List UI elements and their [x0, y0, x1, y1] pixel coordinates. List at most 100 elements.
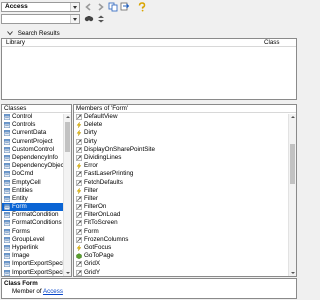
details-class-name: Form	[22, 280, 38, 287]
class-item[interactable]: GroupLevel	[2, 236, 71, 244]
classes-pane[interactable]: Classes Control Controls CurrentData Curren…	[1, 104, 72, 277]
member-item[interactable]: FilterOnLoad	[74, 211, 296, 219]
chevron-down-icon[interactable]	[70, 15, 79, 23]
property-icon	[76, 220, 82, 227]
class-item[interactable]: ImportExportSpecific	[2, 260, 71, 268]
class-item[interactable]: CurrentProject	[2, 138, 71, 146]
class-item[interactable]: FormatCondition	[2, 211, 71, 219]
members-list[interactable]: DefaultView Delete Dirty Dirty DisplayOnShar…	[74, 113, 296, 276]
class-item[interactable]: ImportExportSpecific	[2, 269, 71, 276]
member-item[interactable]: FilterOn	[74, 203, 296, 211]
member-item[interactable]: DisplayOnSharePointSite	[74, 146, 296, 154]
class-item[interactable]: DoCmd	[2, 170, 71, 178]
class-item-label: DependencyObjects	[12, 162, 69, 170]
search-results-header[interactable]: Search Results	[0, 30, 298, 38]
class-item[interactable]: FormatConditions	[2, 219, 71, 227]
class-icon	[4, 245, 10, 251]
class-item[interactable]: Forms	[2, 228, 71, 236]
class-item[interactable]: CustomControl	[2, 146, 71, 154]
collapse-section-icon[interactable]	[7, 30, 13, 36]
class-icon	[4, 253, 10, 260]
back-icon[interactable]	[84, 2, 94, 12]
property-icon	[76, 179, 82, 186]
column-header-class[interactable]: Class	[264, 39, 279, 47]
class-item[interactable]: Hyperlink	[2, 244, 71, 252]
class-icon	[4, 130, 10, 137]
search-results-title: Search Results	[17, 30, 60, 37]
scroll-thumb[interactable]	[290, 144, 295, 184]
scroll-up-icon[interactable]	[64, 114, 71, 121]
search-results-list[interactable]: Library Class	[1, 38, 297, 100]
view-definition-icon[interactable]	[120, 2, 130, 12]
member-item-label: GotFocus	[84, 244, 112, 251]
search-input[interactable]	[1, 14, 80, 24]
class-item[interactable]: Form	[2, 203, 71, 212]
class-item-label: Entity	[12, 194, 28, 202]
member-item[interactable]: DividingLines	[74, 154, 296, 162]
classes-list[interactable]: Control Controls CurrentData CurrentProject…	[2, 113, 71, 276]
property-icon	[76, 146, 82, 153]
class-icon	[4, 261, 10, 268]
class-item[interactable]: Image	[2, 252, 71, 260]
class-item[interactable]: EmptyCell	[2, 179, 71, 187]
splitter[interactable]	[0, 101, 298, 103]
property-icon	[76, 236, 82, 243]
member-item[interactable]: FetchDefaults	[74, 179, 296, 187]
member-item[interactable]: FrozenColumns	[74, 236, 296, 244]
class-item[interactable]: Entity	[2, 195, 71, 203]
search-results-columns: Library Class	[2, 39, 296, 47]
class-icon	[4, 269, 10, 276]
class-item-label: Image	[12, 252, 30, 260]
help-icon[interactable]	[137, 2, 147, 12]
class-item[interactable]: Controls	[2, 121, 71, 129]
property-icon	[76, 155, 82, 161]
scroll-up-icon[interactable]	[289, 114, 296, 121]
copy-icon[interactable]	[108, 2, 118, 12]
member-item[interactable]: Error	[74, 162, 296, 170]
class-item-label: FormatCondition	[12, 211, 59, 219]
details-class-line: Class Form	[4, 280, 294, 288]
class-item[interactable]: DependencyObjects	[2, 162, 71, 170]
class-icon	[4, 236, 10, 243]
class-item-label: Form	[12, 203, 27, 211]
class-icon	[4, 179, 10, 186]
class-icon	[4, 220, 10, 227]
class-item-label: CurrentProject	[12, 137, 53, 145]
class-item[interactable]: DependencyInfo	[2, 154, 71, 162]
member-item[interactable]: Filter	[74, 195, 296, 203]
scroll-down-icon[interactable]	[289, 270, 296, 276]
search-icon[interactable]	[84, 14, 94, 24]
scroll-down-icon[interactable]	[64, 270, 71, 276]
member-item[interactable]: FitToScreen	[74, 219, 296, 227]
property-icon	[76, 196, 82, 202]
column-header-library[interactable]: Library	[6, 39, 25, 47]
member-item[interactable]: GoToPage	[74, 252, 296, 260]
details-pane: Class Form Member of Access	[1, 278, 297, 299]
scroll-thumb[interactable]	[65, 122, 70, 152]
class-item[interactable]: Entities	[2, 187, 71, 195]
members-pane[interactable]: Members of 'Form' DefaultView Delete Dirty…	[73, 104, 297, 277]
class-item-label: Entities	[12, 186, 33, 194]
collapse-icon[interactable]	[96, 14, 106, 24]
member-item[interactable]: Dirty	[74, 138, 296, 146]
member-item[interactable]: Form	[74, 228, 296, 236]
details-member-of-link[interactable]: Access	[43, 288, 63, 295]
forward-icon[interactable]	[95, 2, 105, 12]
member-item[interactable]: GridY	[74, 269, 296, 276]
member-item[interactable]: Delete	[74, 121, 296, 129]
class-item[interactable]: Control	[2, 113, 71, 121]
library-select[interactable]: Access	[1, 2, 80, 12]
member-item[interactable]: FastLaserPrinting	[74, 170, 296, 178]
member-item[interactable]: Filter	[74, 187, 296, 195]
chevron-down-icon[interactable]	[70, 3, 79, 11]
member-item[interactable]: DefaultView	[74, 113, 296, 121]
class-item[interactable]: CurrentData	[2, 129, 71, 137]
class-item-label: GroupLevel	[12, 235, 45, 243]
class-item-label: DoCmd	[12, 170, 34, 178]
member-item[interactable]: GridX	[74, 260, 296, 268]
classes-scrollbar[interactable]	[63, 114, 71, 276]
members-scrollbar[interactable]	[288, 114, 296, 276]
library-select-value: Access	[5, 3, 28, 10]
member-item[interactable]: Dirty	[74, 129, 296, 137]
member-item[interactable]: GotFocus	[74, 244, 296, 252]
